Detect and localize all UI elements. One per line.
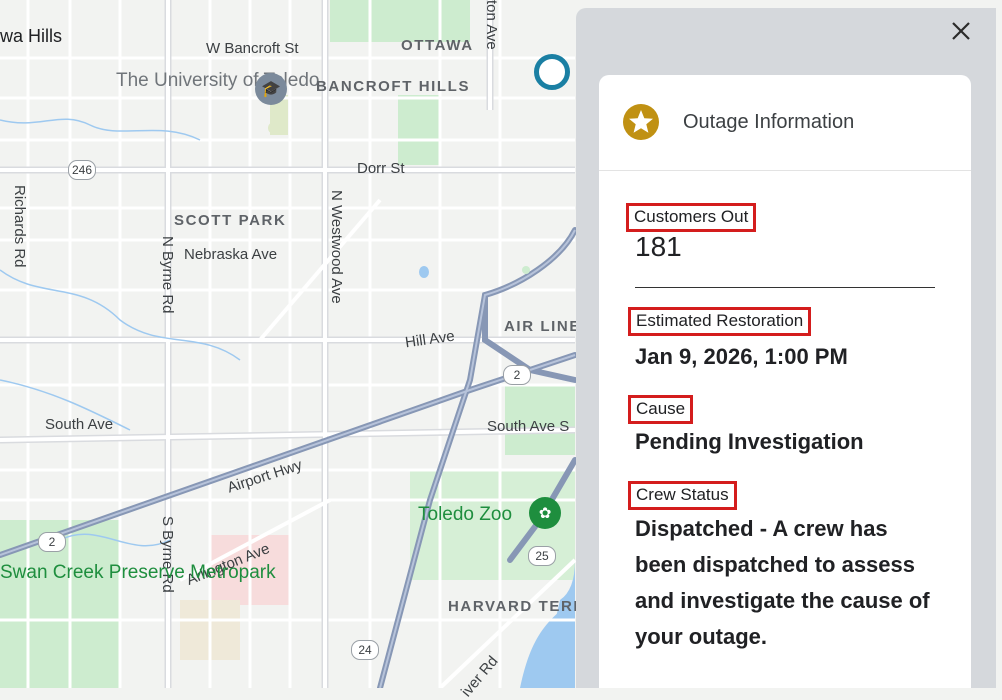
divider [635, 287, 935, 288]
map-label-n-westwood: N Westwood Ave [328, 190, 345, 304]
map-point [522, 266, 530, 274]
route-shield-24: 24 [351, 640, 379, 660]
map-label-harvard-terrace: HARVARD TERRACE [448, 598, 621, 615]
map-label-toledo-zoo: Toledo Zoo [418, 504, 513, 525]
map-label-scott-park: SCOTT PARK [174, 212, 287, 229]
graduation-cap-icon: 🎓 [255, 73, 287, 105]
route-shield-2: 2 [38, 532, 66, 552]
estimated-restoration-value: Jan 9, 2026, 1:00 PM [635, 344, 848, 369]
cause-value: Pending Investigation [635, 429, 864, 454]
map-label-n-byrne: N Byrne Rd [159, 236, 176, 314]
map-label-bancroft-hills: BANCROFT HILLS [316, 78, 471, 95]
outage-marker[interactable] [534, 54, 570, 90]
crew-status-label: Crew Status [628, 481, 737, 510]
map-label-wa-hills: wa Hills [0, 26, 63, 46]
route-shield-246: 246 [68, 160, 96, 180]
map-label-swan-creek: Swan Creek Preserve Metropark [0, 562, 276, 583]
close-button[interactable] [946, 16, 976, 46]
card-title: Outage Information [683, 111, 855, 133]
close-icon [952, 22, 970, 40]
map-label-w-bancroft: W Bancroft St [206, 40, 299, 57]
paw-icon: ✿ [529, 497, 561, 529]
route-shield-2: 2 [503, 365, 531, 385]
map-label-nebraska: Nebraska Ave [184, 246, 278, 263]
map-point [268, 122, 280, 134]
map-label-south-ave-right: South Ave S [487, 418, 570, 435]
crew-status-value: Dispatched - A crew has been dispatched … [635, 516, 930, 649]
estimated-restoration-label: Estimated Restoration [628, 307, 812, 336]
map-label-richards: Richards Rd [11, 185, 28, 268]
park-area [398, 95, 440, 165]
map-label-university-text: The University of Toledo [116, 70, 320, 91]
card-header: Outage Information [599, 75, 971, 171]
map-label-dorr: Dorr St [357, 160, 405, 177]
park-area [330, 0, 470, 42]
outage-card: Outage Information Customers Out 181 Est… [599, 75, 971, 688]
map-label-swan-creek-text: Swan Creek Preserve Metropark [0, 562, 276, 583]
star-icon [623, 104, 659, 140]
customers-out-value: 181 [635, 231, 682, 262]
pond [419, 266, 429, 278]
map-label-ton-ave: ton Ave [483, 0, 500, 50]
map-label-south-ave-left: South Ave [45, 416, 114, 433]
route-shield-25: 25 [528, 546, 556, 566]
customers-out-label: Customers Out [626, 203, 757, 232]
map-label-ottawa: OTTAWA [401, 37, 474, 54]
map-label-university: The University of Toledo [116, 70, 319, 91]
cause-label: Cause [628, 395, 694, 424]
